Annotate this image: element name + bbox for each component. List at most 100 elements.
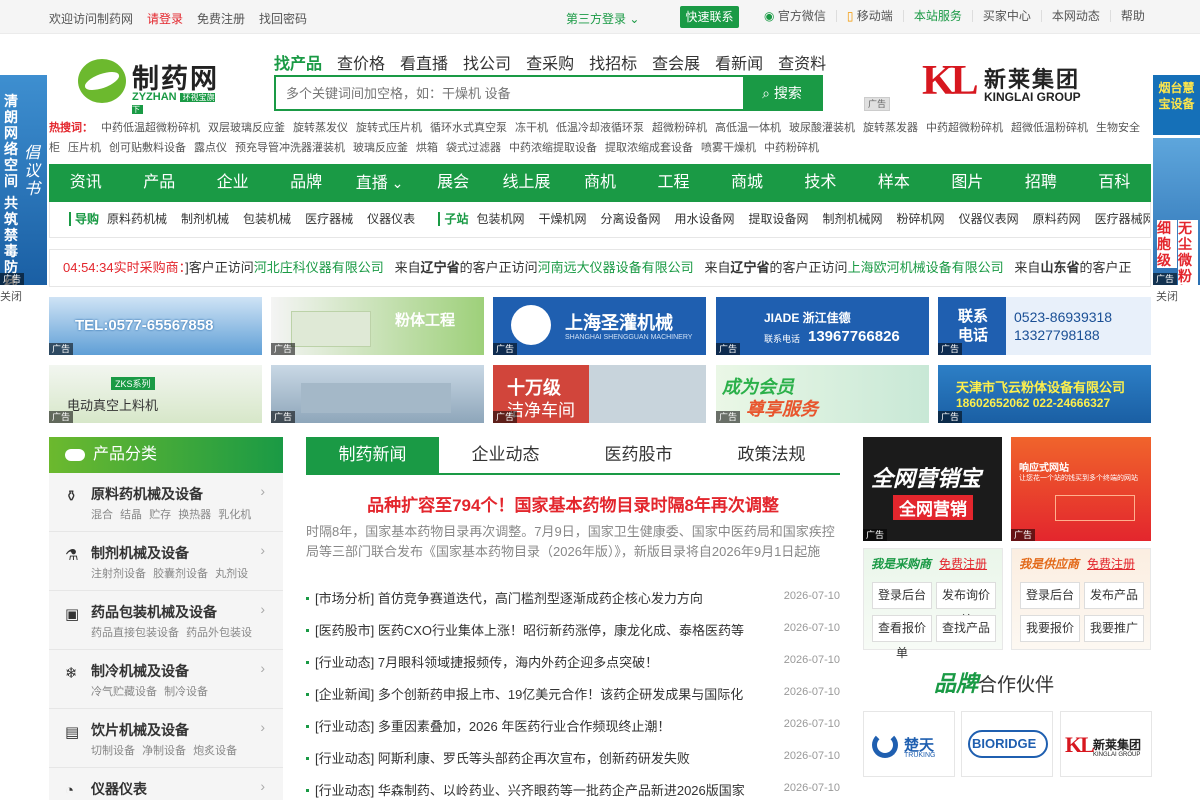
ticker-company[interactable]: 河北庄科仪器有限公司 bbox=[254, 260, 384, 275]
right-float-banner[interactable]: 烟台慧宝设备 细胞级 无尘微粉机 广告 bbox=[1153, 75, 1200, 285]
buyer-register-link[interactable]: 免费注册 bbox=[939, 557, 987, 571]
find-products-button[interactable]: 查找产品 bbox=[936, 615, 996, 642]
guide-link[interactable]: 原料药机械 bbox=[107, 212, 167, 226]
recover-password-link[interactable]: 找回密码 bbox=[259, 10, 307, 27]
nav-item[interactable]: 图片 bbox=[931, 164, 1004, 202]
hot-word-link[interactable]: 旋转式压片机 bbox=[356, 122, 422, 134]
ticker-company[interactable]: 上海欧河机械设备有限公司 bbox=[848, 260, 1004, 275]
tab-company-news[interactable]: 企业动态 bbox=[439, 437, 572, 473]
news-title[interactable]: [企业新闻] 多个创新药申报上市、19亿美元合作！该药企研发成果与国际化 bbox=[315, 684, 755, 703]
hot-word-link[interactable]: 压片机 bbox=[68, 142, 101, 154]
subsite-link[interactable]: 制剂机械网 bbox=[823, 212, 883, 226]
category-sub-link[interactable]: 贮存 bbox=[149, 509, 171, 521]
hot-word-link[interactable]: 旋转蒸发器 bbox=[863, 122, 918, 134]
nav-item[interactable]: 招聘 bbox=[1004, 164, 1077, 202]
left-float-banner[interactable]: 清朗网络空间 共筑禁毒防线 倡议书 广告 bbox=[0, 75, 47, 285]
quote-button[interactable]: 我要报价 bbox=[1020, 615, 1080, 642]
news-title[interactable]: [行业动态] 7月眼科领域捷报频传，海内外药企迎多点突破！ bbox=[315, 652, 755, 671]
news-title[interactable]: [医药股市] 医药CXO行业集体上涨！昭衍新药涨停，康龙化成、泰格医药等 bbox=[315, 620, 755, 639]
tab-docs[interactable]: 查资料 bbox=[778, 50, 826, 74]
quick-contact-button[interactable]: 快速联系 bbox=[680, 6, 739, 28]
category-sub-link[interactable]: 净制设备 bbox=[142, 745, 186, 757]
hot-word-link[interactable]: 超微粉碎机 bbox=[652, 122, 707, 134]
category-item[interactable]: ⚱ 原料药机械及设备 混合 结晶 贮存 换热器 乳化机 › bbox=[49, 473, 283, 532]
third-party-login[interactable]: 第三方登录 ⌄ bbox=[566, 10, 639, 27]
nav-item[interactable]: 资讯 bbox=[49, 164, 122, 202]
search-input[interactable] bbox=[276, 77, 744, 109]
category-item[interactable]: ▣ 药品包装机械及设备 药品直接包装设备 药品外包装设 › bbox=[49, 591, 283, 650]
hot-word-link[interactable]: 旋转蒸发仪 bbox=[293, 122, 348, 134]
tab-tenders[interactable]: 找招标 bbox=[589, 50, 637, 74]
nav-item[interactable]: 技术 bbox=[784, 164, 857, 202]
ad-banner[interactable]: 上海圣灌机械 SHANGHAI SHENGGUAN MACHINERY 广告 bbox=[493, 297, 706, 355]
buyer-login-button[interactable]: 登录后台 bbox=[872, 582, 932, 609]
hot-word-link[interactable]: 创可贴敷料设备 bbox=[109, 142, 186, 154]
category-sub-link[interactable]: 炮炙设备 bbox=[193, 745, 237, 757]
category-sub-link[interactable]: 切制设备 bbox=[91, 745, 135, 757]
subsite-link[interactable]: 仪器仪表网 bbox=[959, 212, 1019, 226]
register-link[interactable]: 免费注册 bbox=[197, 10, 245, 27]
tab-purchase[interactable]: 查采购 bbox=[526, 50, 574, 74]
seller-login-button[interactable]: 登录后台 bbox=[1020, 582, 1080, 609]
nav-item[interactable]: 展会 bbox=[416, 164, 489, 202]
nav-item[interactable]: 工程 bbox=[637, 164, 710, 202]
post-product-button[interactable]: 发布产品 bbox=[1084, 582, 1144, 609]
hot-word-link[interactable]: 中药低温超微粉碎机 bbox=[101, 122, 200, 134]
search-button[interactable]: ⌕ 搜索 bbox=[743, 77, 821, 109]
category-sub-link[interactable]: 混合 bbox=[91, 509, 113, 521]
ad-banner[interactable]: TEL:0577-65567858 广告 bbox=[49, 297, 262, 355]
hot-word-link[interactable]: 低温冷却液循环泵 bbox=[556, 122, 644, 134]
right-banner-close[interactable]: 关闭 bbox=[1156, 288, 1178, 304]
category-item[interactable]: ❄ 制冷机械及设备 冷气贮藏设备 制冷设备 › bbox=[49, 650, 283, 709]
ad-banner[interactable]: JIADE 浙江佳德 联系电话 13967766826 广告 bbox=[716, 297, 929, 355]
category-sub-link[interactable]: 冷气贮藏设备 bbox=[91, 686, 157, 698]
category-sub-link[interactable]: 结晶 bbox=[120, 509, 142, 521]
category-sub-link[interactable]: 乳化机 bbox=[218, 509, 251, 521]
ad-banner[interactable]: 全网营销宝 全网营销 广告 bbox=[863, 437, 1002, 541]
promote-button[interactable]: 我要推广 bbox=[1084, 615, 1144, 642]
login-link[interactable]: 请登录 bbox=[147, 10, 183, 27]
buyer-center-link[interactable]: 买家中心 bbox=[973, 10, 1042, 22]
guide-link[interactable]: 制剂机械 bbox=[181, 212, 229, 226]
hot-word-link[interactable]: 冻干机 bbox=[515, 122, 548, 134]
subsite-link[interactable]: 粉碎机网 bbox=[897, 212, 945, 226]
post-inquiry-button[interactable]: 发布询价单 bbox=[936, 582, 996, 627]
hot-word-link[interactable]: 玻璃反应釜 bbox=[353, 142, 408, 154]
brand-logo-kinglai[interactable]: KL 新莱集团 KINGLAI GROUP bbox=[1060, 711, 1152, 777]
left-banner-close[interactable]: 关闭 bbox=[0, 288, 22, 304]
hot-word-link[interactable]: 高低温一体机 bbox=[715, 122, 781, 134]
hot-word-link[interactable]: 中药粉碎机 bbox=[764, 142, 819, 154]
category-sub-link[interactable]: 胶囊剂设备 bbox=[153, 568, 208, 580]
hot-word-link[interactable]: 中药超微粉碎机 bbox=[926, 122, 1003, 134]
subsite-link[interactable]: 干燥机网 bbox=[538, 212, 586, 226]
tab-products[interactable]: 找产品 bbox=[274, 50, 322, 74]
subsite-link[interactable]: 分离设备网 bbox=[600, 212, 660, 226]
wechat-link[interactable]: ◉ 官方微信 bbox=[754, 10, 837, 22]
site-news-link[interactable]: 本网动态 bbox=[1042, 10, 1111, 22]
nav-item[interactable]: 品牌 bbox=[269, 164, 342, 202]
ad-banner[interactable]: 粉体工程 广告 bbox=[271, 297, 484, 355]
ad-banner[interactable]: 天津市飞云粉体设备有限公司 18602652062 022-24666327 广… bbox=[938, 365, 1151, 423]
hot-word-link[interactable]: 袋式过滤器 bbox=[446, 142, 501, 154]
seller-register-link[interactable]: 免费注册 bbox=[1087, 557, 1135, 571]
hot-word-link[interactable]: 露点仪 bbox=[194, 142, 227, 154]
hot-word-link[interactable]: 烘箱 bbox=[416, 142, 438, 154]
hot-word-link[interactable]: 提取浓缩成套设备 bbox=[605, 142, 693, 154]
tab-live[interactable]: 看直播 bbox=[400, 50, 448, 74]
news-title[interactable]: [市场分析] 首仿竞争赛道迭代，高门槛剂型逐渐成药企核心发力方向 bbox=[315, 588, 755, 607]
nav-item[interactable]: 企业 bbox=[196, 164, 269, 202]
brand-logo-bioridge[interactable]: BIORIDGE bbox=[961, 711, 1053, 777]
tab-prices[interactable]: 查价格 bbox=[337, 50, 385, 74]
news-title[interactable]: [行业动态] 阿斯利康、罗氏等头部药企再次宣布，创新药研发失败 bbox=[315, 748, 755, 767]
category-sub-link[interactable]: 药品直接包装设备 bbox=[91, 627, 179, 639]
subsite-link[interactable]: 医疗器械网 bbox=[1095, 212, 1150, 226]
news-item[interactable]: [行业动态] 华森制药、以岭药业、兴齐眼药等一批药企产品新进2026版国家 202… bbox=[306, 778, 840, 800]
news-item[interactable]: [行业动态] 多重因素叠加，2026 年医药行业合作频现终止潮！ 2026-07-… bbox=[306, 714, 840, 746]
category-sub-link[interactable]: 制冷设备 bbox=[164, 686, 208, 698]
ad-banner[interactable]: 成为会员 尊享服务 广告 bbox=[716, 365, 929, 423]
ad-banner[interactable]: 联系电话 0523-86939318 13327798188 广告 bbox=[938, 297, 1151, 355]
ad-banner[interactable]: 响应式网站 让您花一个站的钱买到多个终端的网站 广告 bbox=[1011, 437, 1151, 541]
news-headline[interactable]: 品种扩容至794个！国家基本药物目录时隔8年再次调整 bbox=[306, 491, 840, 516]
ad-banner[interactable]: ZKS系列 电动真空上料机 广告 bbox=[49, 365, 262, 423]
news-title[interactable]: [行业动态] 多重因素叠加，2026 年医药行业合作频现终止潮！ bbox=[315, 716, 755, 735]
